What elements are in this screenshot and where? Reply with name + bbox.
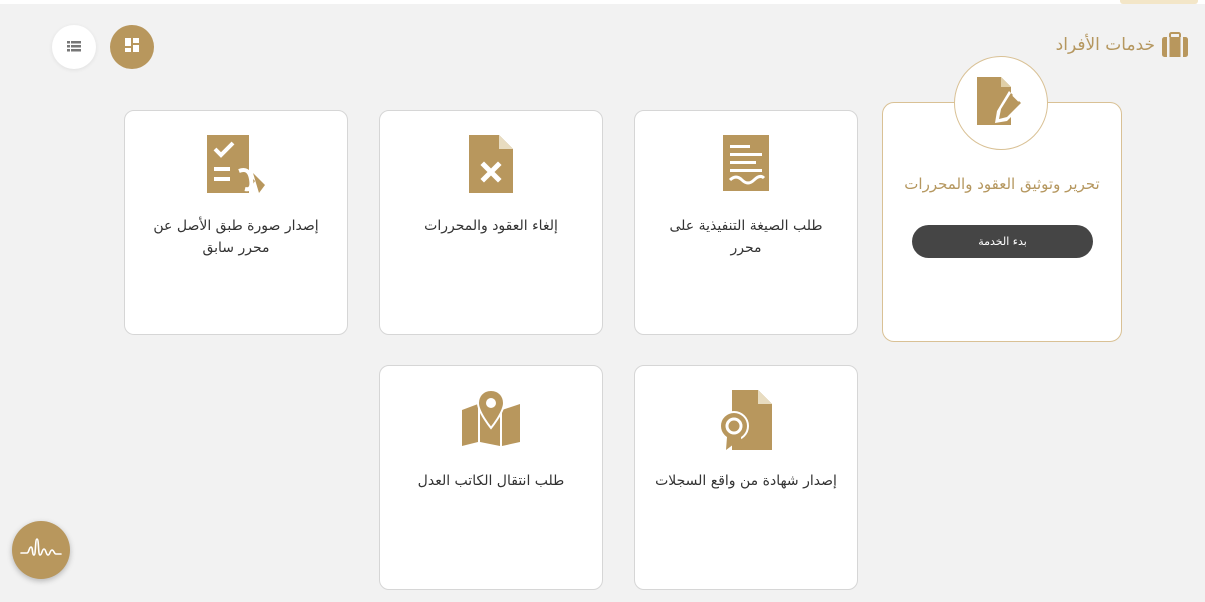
section-title: خدمات الأفراد — [1055, 35, 1155, 55]
featured-icon-circle — [954, 56, 1048, 150]
section-header: خدمات الأفراد — [1056, 32, 1189, 58]
service-label: طلب انتقال الكاتب العدل — [417, 473, 565, 489]
edit-document-icon — [971, 73, 1031, 133]
briefcase-icon — [1161, 32, 1189, 58]
map-location-icon — [460, 388, 522, 450]
service-label: إصدار صورة طبق الأصل عن محرر سابق — [153, 218, 319, 256]
cancel-document-icon — [467, 133, 515, 199]
list-view-icon — [66, 38, 82, 57]
document-lines-icon — [720, 133, 772, 197]
certificate-icon — [718, 388, 774, 456]
service-card[interactable]: طلب الصيغة التنفيذية على محرر — [634, 110, 858, 335]
service-card[interactable]: طلب انتقال الكاتب العدل — [379, 365, 603, 590]
service-label: إصدار شهادة من واقع السجلات — [655, 473, 837, 489]
top-strip — [0, 0, 1205, 4]
grid-view-button[interactable] — [110, 25, 154, 69]
service-card[interactable]: إصدار صورة طبق الأصل عن محرر سابق — [124, 110, 348, 335]
service-card[interactable]: إصدار شهادة من واقع السجلات — [634, 365, 858, 590]
service-label: طلب الصيغة التنفيذية على محرر — [669, 218, 823, 256]
grid-view-icon — [124, 37, 140, 57]
service-card[interactable]: إلغاء العقود والمحررات — [379, 110, 603, 335]
top-accent-tab — [1120, 0, 1198, 4]
featured-service-title: تحرير وتوثيق العقود والمحررات — [904, 175, 1100, 193]
service-label: إلغاء العقود والمحررات — [424, 218, 558, 234]
assistant-button[interactable] — [12, 521, 70, 579]
start-service-button[interactable]: بدء الخدمة — [912, 225, 1093, 258]
certified-copy-icon — [205, 133, 267, 199]
list-view-button[interactable] — [52, 25, 96, 69]
signature-logo-icon — [19, 533, 63, 567]
